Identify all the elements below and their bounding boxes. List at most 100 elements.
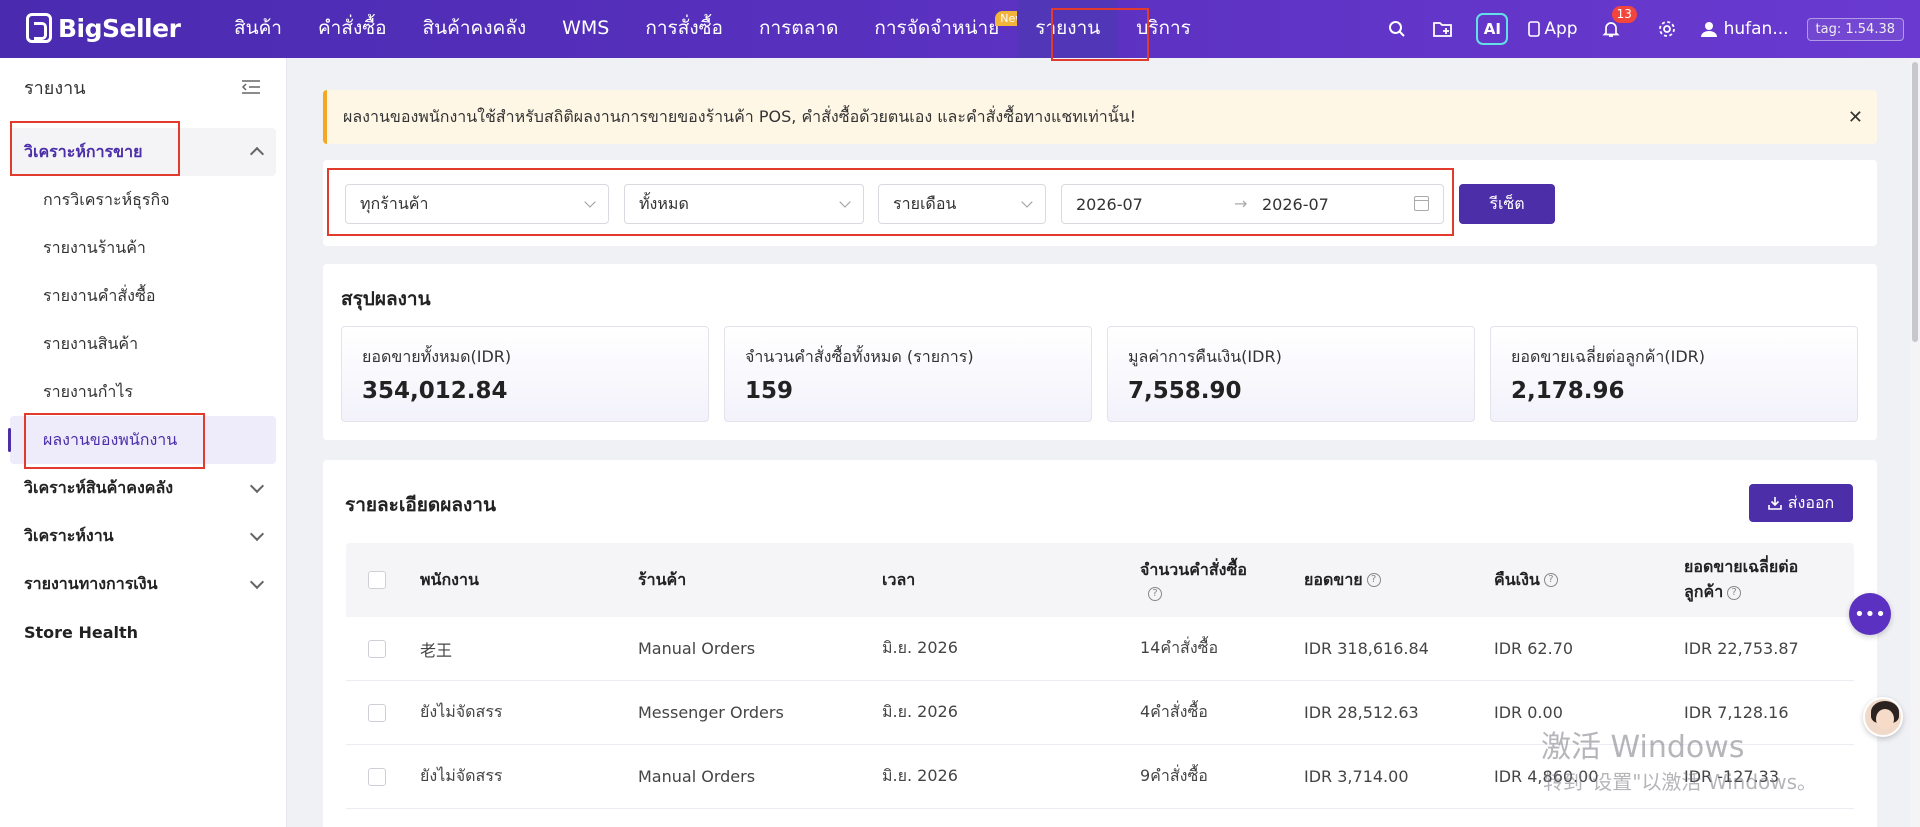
col-avg-label-line2: ลูกค้า	[1684, 582, 1724, 601]
cell-time: มิ.ย. 2026	[882, 702, 958, 721]
search-icon[interactable]	[1386, 18, 1408, 40]
bell-icon[interactable]: 13	[1600, 6, 1637, 40]
cell-store: Manual Orders	[638, 639, 756, 658]
sidebar-group-label: วิเคราะห์การขาย	[24, 141, 143, 161]
windows-activation-watermark: 激活 Windows 转到"设置"以激活 Windows。	[1541, 722, 1817, 795]
nav-item-purchasing[interactable]: การสั่งซื้อ	[627, 0, 741, 58]
stat-label: จำนวนคำสั่งซื้อทั้งหมด (รายการ)	[745, 347, 974, 366]
sidebar-item-store-health[interactable]: Store Health	[0, 608, 286, 656]
col-orders: จำนวนคำสั่งซื้อ ?	[1140, 558, 1304, 602]
date-to[interactable]: 2026-07	[1262, 195, 1329, 214]
sidebar-title: รายงาน	[24, 77, 86, 99]
ai-button[interactable]: AI	[1476, 13, 1509, 45]
nav-item-products[interactable]: สินค้า	[216, 0, 300, 58]
cell-sales: IDR 28,512.63	[1304, 703, 1419, 722]
date-from[interactable]: 2026-07	[1076, 195, 1143, 214]
info-notice: ผลงานของพนักงานใช้สำหรับสถิติผลงานการขาย…	[323, 90, 1877, 144]
nav-item-inventory[interactable]: สินค้าคงคลัง	[405, 0, 545, 58]
col-sales-label: ยอดขาย	[1304, 569, 1363, 589]
cell-sales: IDR 318,616.84	[1304, 639, 1429, 658]
sidebar-item-order-report[interactable]: รายงานคำสั่งซื้อ	[0, 272, 286, 320]
sidebar-group-sales-analysis[interactable]: วิเคราะห์การขาย	[10, 128, 276, 176]
range-arrow-icon: →	[1234, 194, 1248, 213]
help-icon[interactable]: ?	[1366, 573, 1381, 587]
chevron-down-icon	[839, 196, 851, 208]
sidebar-item-profit-report[interactable]: รายงานกำไร	[0, 368, 286, 416]
cell-employee: ยังไม่จัดสรร	[420, 766, 503, 785]
sidebar-item-employee-performance[interactable]: ผลงานของพนักงาน	[8, 416, 276, 464]
col-orders-label: จำนวนคำสั่งซื้อ	[1140, 560, 1247, 579]
phone-icon	[1528, 21, 1541, 37]
export-button[interactable]: ส่งออก	[1749, 484, 1853, 522]
cell-orders: 4คำสั่งซื้อ	[1140, 702, 1208, 721]
col-time: เวลา	[882, 569, 916, 589]
export-label: ส่งออก	[1787, 492, 1835, 512]
store-select-value: ทุกร้านค้า	[360, 193, 429, 213]
chevron-down-icon	[1021, 196, 1033, 208]
cell-employee: 老王	[420, 640, 453, 660]
col-refund-label: คืนเงิน	[1494, 569, 1540, 589]
table-header: พนักงาน ร้านค้า เวลา จำนวนคำสั่งซื้อ ? ย…	[346, 543, 1854, 617]
chevron-up-icon	[249, 146, 265, 162]
reset-button[interactable]: รีเซ็ต	[1459, 184, 1555, 224]
gear-icon[interactable]	[1656, 18, 1678, 40]
chevron-down-icon	[249, 478, 265, 494]
app-download-link[interactable]: App	[1528, 19, 1578, 39]
sidebar-group-financial-report[interactable]: รายงานทางการเงิน	[0, 560, 286, 608]
sidebar-group-label: รายงานทางการเงิน	[24, 573, 158, 593]
sidebar-group-work-analysis[interactable]: วิเคราะห์งาน	[0, 512, 286, 560]
col-avg-per-customer: ยอดขายเฉลี่ยต่อ ลูกค้า?	[1684, 555, 1854, 605]
stat-label: ยอดขายทั้งหมด(IDR)	[362, 347, 512, 366]
cell-time: มิ.ย. 2026	[882, 766, 958, 785]
calendar-icon	[1414, 196, 1429, 211]
sidebar-item-business-analysis[interactable]: การวิเคราะห์ธุรกิจ	[0, 176, 286, 224]
row-checkbox[interactable]	[368, 767, 386, 786]
help-icon[interactable]: ?	[1727, 585, 1742, 600]
logo-icon	[26, 13, 52, 43]
collapse-menu-icon[interactable]	[242, 80, 260, 94]
notice-text: ผลงานของพนักงานใช้สำหรับสถิติผลงานการขาย…	[343, 106, 1137, 126]
stat-refund-value: มูลค่าการคืนเงิน(IDR) 7,558.90	[1107, 326, 1475, 422]
sidebar-group-label: Store Health	[24, 622, 139, 642]
status-select-value: ทั้งหมด	[639, 193, 689, 213]
nav-item-wms[interactable]: WMS	[544, 0, 627, 58]
nav-item-services[interactable]: บริการ	[1118, 0, 1209, 58]
notification-count-badge: 13	[1611, 6, 1637, 23]
col-sales: ยอดขาย?	[1304, 568, 1494, 593]
status-select[interactable]: ทั้งหมด	[624, 184, 864, 224]
help-icon[interactable]: ?	[1543, 573, 1558, 587]
period-select[interactable]: รายเดือน	[878, 184, 1046, 224]
user-menu[interactable]: hufan...	[1700, 19, 1789, 39]
chat-bubble-icon[interactable]: •••	[1849, 593, 1891, 635]
nav-item-distribution[interactable]: การจัดจำหน่าย New	[856, 0, 1030, 58]
date-range-picker[interactable]: 2026-07 → 2026-07	[1061, 184, 1444, 224]
row-checkbox[interactable]	[368, 703, 386, 722]
sidebar-item-product-report[interactable]: รายงานสินค้า	[0, 320, 286, 368]
nav-item-orders[interactable]: คำสั่งซื้อ	[300, 0, 405, 58]
sidebar-item-store-report[interactable]: รายงานร้านค้า	[0, 224, 286, 272]
cell-store: Manual Orders	[638, 767, 756, 786]
stat-label: มูลค่าการคืนเงิน(IDR)	[1128, 347, 1282, 366]
help-icon[interactable]: ?	[1148, 586, 1162, 601]
sidebar: รายงาน วิเคราะห์การขาย การวิเคราะห์ธุรกิ…	[0, 58, 287, 827]
store-select[interactable]: ทุกร้านค้า	[345, 184, 609, 224]
select-all-checkbox[interactable]	[368, 571, 386, 589]
cell-avg: IDR 22,753.87	[1684, 639, 1799, 658]
stat-total-orders: จำนวนคำสั่งซื้อทั้งหมด (รายการ) 159	[724, 326, 1092, 422]
page-scrollbar[interactable]	[1910, 58, 1920, 827]
stat-total-sales: ยอดขายทั้งหมด(IDR) 354,012.84	[341, 326, 709, 422]
cell-employee: ยังไม่จัดสรร	[420, 702, 503, 721]
chevron-down-icon	[249, 574, 265, 590]
watermark-line2: 转到"设置"以激活 Windows。	[1543, 770, 1818, 794]
scrollbar-thumb[interactable]	[1912, 62, 1918, 342]
sidebar-group-inventory-analysis[interactable]: วิเคราะห์สินค้าคงคลัง	[0, 464, 286, 512]
folder-add-icon[interactable]	[1432, 18, 1454, 40]
nav-item-marketing[interactable]: การตลาด	[741, 0, 856, 58]
details-title: รายละเอียดผลงาน	[345, 494, 496, 516]
nav-item-reports[interactable]: รายงาน	[1017, 0, 1119, 58]
close-icon[interactable]: ✕	[1848, 107, 1863, 128]
bigseller-logo[interactable]: BigSeller	[26, 13, 181, 43]
username: hufan...	[1723, 19, 1789, 39]
row-checkbox[interactable]	[368, 639, 386, 658]
support-avatar[interactable]	[1863, 697, 1903, 737]
